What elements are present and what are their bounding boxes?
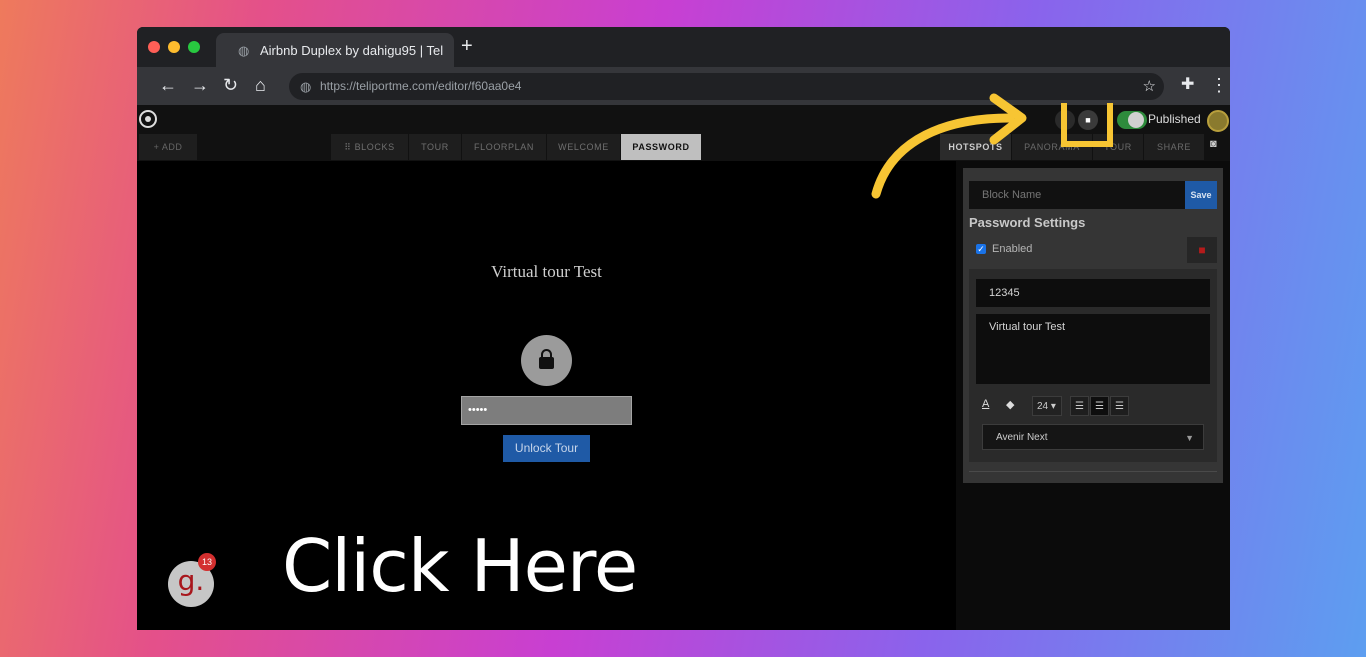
annotation-arrow-icon [871, 93, 1027, 199]
